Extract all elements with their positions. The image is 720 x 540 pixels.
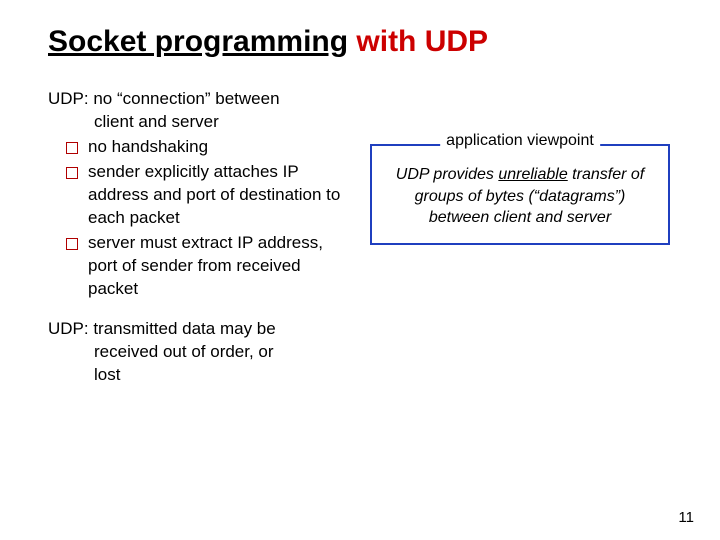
heading1-line1: UDP: no “connection” between bbox=[48, 89, 280, 108]
square-bullet-icon bbox=[66, 238, 78, 250]
title-part-1: Socket programming bbox=[48, 25, 348, 58]
left-column: UDP: no “connection” between client and … bbox=[48, 88, 348, 389]
bullet-text: sender explicitly attaches IP address an… bbox=[88, 161, 348, 230]
heading1-line2: client and server bbox=[48, 111, 348, 134]
udp-heading-2: UDP: transmitted data may be received ou… bbox=[48, 318, 348, 387]
bullet-text: server must extract IP address, port of … bbox=[88, 232, 348, 301]
heading2-line2: received out of order, or bbox=[48, 341, 348, 364]
square-bullet-icon bbox=[66, 142, 78, 154]
heading2-line3: lost bbox=[48, 364, 348, 387]
page-number: 11 bbox=[678, 509, 694, 526]
bullet-item: sender explicitly attaches IP address an… bbox=[48, 161, 348, 230]
box-legend: application viewpoint bbox=[440, 132, 600, 150]
content-columns: UDP: no “connection” between client and … bbox=[48, 88, 672, 389]
bullet-item: no handshaking bbox=[48, 136, 348, 159]
box-content: UDP provides unreliable transfer of grou… bbox=[370, 144, 670, 245]
square-bullet-icon bbox=[66, 167, 78, 179]
bullet-item: server must extract IP address, port of … bbox=[48, 232, 348, 301]
slide-title: Socket programming with UDP bbox=[48, 24, 672, 60]
bullet-text: no handshaking bbox=[88, 136, 348, 159]
slide: Socket programming with UDP UDP: no “con… bbox=[0, 0, 720, 389]
title-part-2: with UDP bbox=[348, 25, 488, 58]
heading2-line1: UDP: transmitted data may be bbox=[48, 319, 276, 338]
udp-heading-1: UDP: no “connection” between client and … bbox=[48, 88, 348, 134]
box-text-pre: UDP provides bbox=[396, 166, 499, 183]
viewpoint-box: application viewpoint UDP provides unrel… bbox=[370, 144, 670, 245]
right-column: application viewpoint UDP provides unrel… bbox=[370, 88, 672, 245]
box-text-unreliable: unreliable bbox=[498, 166, 567, 183]
